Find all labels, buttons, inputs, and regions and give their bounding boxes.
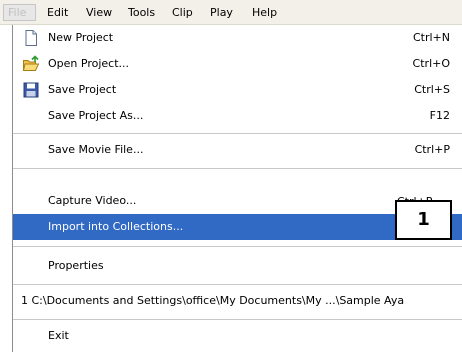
- save-movie-file-shortcut: Ctrl+P: [414, 143, 450, 156]
- menu-separator: [13, 319, 462, 320]
- new-document-icon: [25, 30, 37, 46]
- menu-item-open-project[interactable]: Open Project... Ctrl+O: [13, 51, 462, 77]
- menu-item-exit[interactable]: Exit: [13, 323, 462, 349]
- save-project-shortcut: Ctrl+S: [414, 83, 450, 96]
- menu-view[interactable]: View: [86, 4, 112, 21]
- new-project-label: New Project: [48, 31, 114, 44]
- save-project-as-label: Save Project As...: [48, 109, 144, 122]
- menu-item-properties[interactable]: Properties: [13, 253, 462, 279]
- file-menu-dropdown: New Project Ctrl+N Open Project... Ctrl+…: [12, 25, 462, 352]
- menu-separator: [13, 168, 462, 169]
- open-project-shortcut: Ctrl+O: [412, 57, 450, 70]
- menu-play[interactable]: Play: [210, 4, 233, 21]
- menu-tools[interactable]: Tools: [128, 4, 155, 21]
- recent-file-label: 1 C:\Documents and Settings\office\My Do…: [21, 294, 405, 307]
- save-project-label: Save Project: [48, 83, 117, 96]
- menu-separator: [13, 284, 462, 285]
- new-project-shortcut: Ctrl+N: [412, 31, 450, 44]
- open-project-label: Open Project...: [48, 57, 130, 70]
- menu-bar: File Edit View Tools Clip Play Help: [0, 0, 462, 25]
- menu-item-new-project[interactable]: New Project Ctrl+N: [13, 25, 462, 51]
- open-folder-icon: [22, 55, 40, 71]
- menu-item-recent-file[interactable]: 1 C:\Documents and Settings\office\My Do…: [13, 288, 462, 314]
- exit-label: Exit: [48, 329, 69, 342]
- menu-clip[interactable]: Clip: [172, 4, 193, 21]
- step-callout-badge: 1: [395, 200, 452, 240]
- menu-edit[interactable]: Edit: [47, 4, 68, 21]
- menu-separator: [13, 133, 462, 134]
- menu-separator: [13, 246, 462, 247]
- save-movie-file-label: Save Movie File...: [48, 143, 144, 156]
- properties-label: Properties: [48, 259, 104, 272]
- menu-item-save-movie-file[interactable]: Save Movie File... Ctrl+P: [13, 137, 462, 163]
- import-into-collections-label: Import into Collections...: [48, 220, 184, 233]
- capture-video-label: Capture Video...: [48, 194, 137, 207]
- menu-help[interactable]: Help: [252, 4, 277, 21]
- floppy-disk-icon: [23, 82, 39, 98]
- save-project-as-shortcut: F12: [429, 109, 450, 122]
- menu-item-save-project-as[interactable]: Save Project As... F12: [13, 103, 462, 129]
- menu-item-save-project[interactable]: Save Project Ctrl+S: [13, 77, 462, 103]
- menu-file[interactable]: File: [3, 4, 36, 21]
